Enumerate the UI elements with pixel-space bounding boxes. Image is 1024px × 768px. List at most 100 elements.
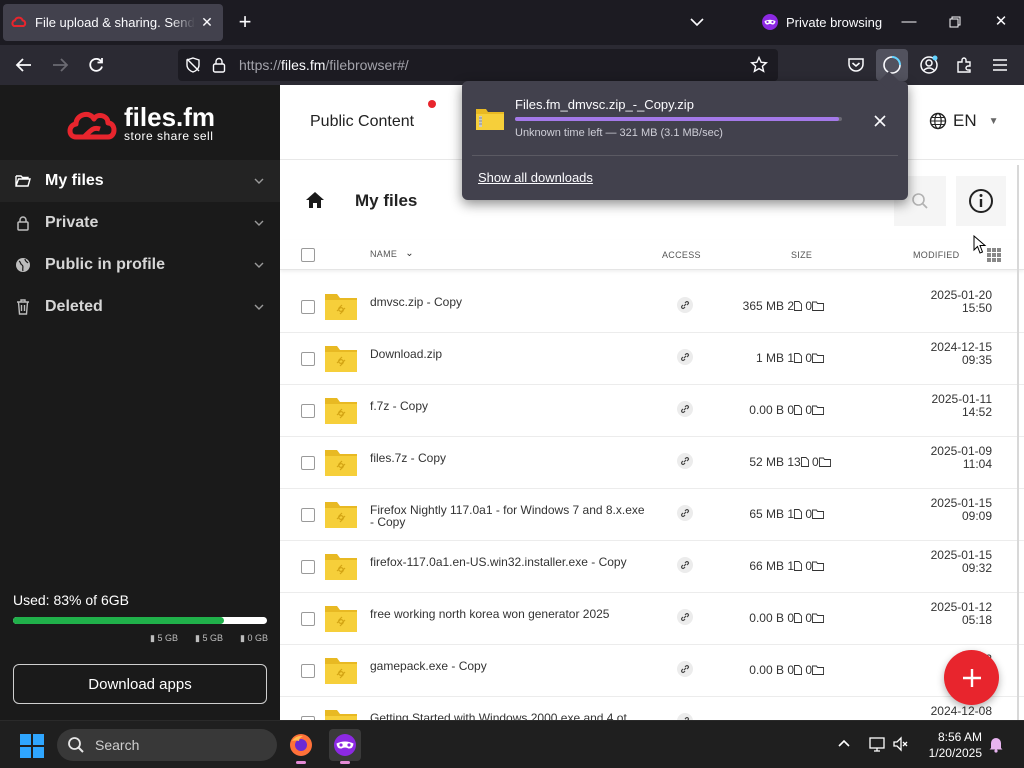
column-header-access[interactable]: ACCESS [662,250,701,260]
hamburger-menu-icon[interactable] [988,53,1012,77]
folder-icon[interactable] [324,447,358,477]
row-checkbox[interactable] [301,456,315,470]
volume-muted-icon[interactable] [892,735,910,753]
folder-icon[interactable] [324,551,358,581]
taskbar-search[interactable]: Search [57,729,277,761]
column-header-modified[interactable]: MODIFIED [913,250,959,260]
file-name[interactable]: firefox-117.0a1.en-US.win32.installer.ex… [370,556,646,568]
link-icon[interactable] [677,609,693,625]
folder-icon[interactable] [324,499,358,529]
files-fm-logo[interactable]: files.fm store share sell [66,104,215,143]
public-content-link[interactable]: Public Content [310,113,414,131]
zip-file-icon [476,109,504,130]
file-name[interactable]: Download.zip [370,348,646,360]
back-arrow-icon[interactable] [12,53,36,77]
row-checkbox[interactable] [301,560,315,574]
column-header-size[interactable]: SIZE [791,250,812,260]
chevron-down-icon[interactable] [254,261,264,269]
add-button[interactable] [944,650,999,705]
file-name[interactable]: files.7z - Copy [370,452,646,464]
chevron-down-icon[interactable] [254,177,264,185]
folder-icon[interactable] [324,707,358,720]
file-name[interactable]: free working north korea won generator 2… [370,608,646,620]
sidebar-item-private[interactable]: Private [0,202,280,244]
list-all-tabs-icon[interactable] [686,11,708,33]
firefox-private-taskbar-icon[interactable] [329,729,361,764]
table-row[interactable]: dmvsc.zip - Copy 365 MB 2 0 2025-01-20 15:5… [280,281,1024,333]
row-checkbox[interactable] [301,612,315,626]
link-icon[interactable] [677,661,693,677]
table-row[interactable]: Getting Started with Windows 2000.exe an… [280,697,1024,720]
folder-icon[interactable] [324,343,358,373]
file-name[interactable]: f.7z - Copy [370,400,646,412]
link-icon[interactable] [677,297,693,313]
search-icon [68,737,84,753]
row-checkbox[interactable] [301,352,315,366]
link-icon[interactable] [677,505,693,521]
minimize-icon[interactable]: — [894,8,924,36]
row-checkbox[interactable] [301,664,315,678]
table-row[interactable]: f.7z - Copy 0.00 B 0 0 2025-01-11 14:52 [280,385,1024,437]
windows-start-icon[interactable] [20,734,44,758]
plus-icon [962,668,981,687]
file-name[interactable]: Firefox Nightly 117.0a1 - for Windows 7 … [370,504,646,528]
chevron-down-icon[interactable] [254,303,264,311]
folder-icon[interactable] [324,395,358,425]
download-filename[interactable]: Files.fm_dmvsc.zip_-_Copy.zip [515,97,694,112]
extensions-icon[interactable] [952,53,976,77]
grid-view-icon[interactable] [987,248,1001,262]
link-icon[interactable] [677,401,693,417]
info-button[interactable] [956,176,1006,226]
show-all-downloads-link[interactable]: Show all downloads [478,170,593,185]
select-all-checkbox[interactable] [301,248,315,262]
network-icon[interactable] [868,735,886,753]
cancel-download-icon[interactable] [870,111,890,131]
table-row[interactable]: files.7z - Copy 52 MB 13 0 2025-01-09 11:04 [280,437,1024,489]
firefox-taskbar-icon[interactable] [285,729,317,764]
file-name[interactable]: dmvsc.zip - Copy [370,296,646,308]
link-icon[interactable] [677,453,693,469]
scrollbar[interactable] [1017,165,1019,720]
bookmark-star-icon[interactable] [750,56,768,74]
column-header-name[interactable]: NAME ⌄ [370,248,414,259]
forward-arrow-icon[interactable] [48,53,72,77]
chevron-down-icon[interactable] [254,219,264,227]
tracking-protection-icon[interactable] [185,57,201,73]
language-selector[interactable]: EN ▼ [929,111,999,131]
sidebar-item-deleted[interactable]: Deleted [0,286,280,328]
table-row[interactable]: Firefox Nightly 117.0a1 - for Windows 7 … [280,489,1024,541]
folder-icon[interactable] [324,291,358,321]
table-row[interactable]: gamepack.exe - Copy0.00 B 0 0202 [280,645,1024,697]
pocket-icon[interactable] [844,53,868,77]
system-clock[interactable]: 8:56 AM 1/20/2025 [920,729,982,761]
table-row[interactable]: firefox-117.0a1.en-US.win32.installer.ex… [280,541,1024,593]
restore-icon[interactable] [940,8,970,36]
account-icon[interactable] [917,53,941,77]
file-name[interactable]: gamepack.exe - Copy [370,660,646,672]
browser-tab[interactable]: File upload & sharing. Send large files … [3,4,223,41]
close-window-icon[interactable]: ✕ [986,8,1016,36]
file-name[interactable]: Getting Started with Windows 2000.exe an… [370,712,646,720]
sidebar-item-public-in-profile[interactable]: Public in profile [0,244,280,286]
notification-bell-icon[interactable] [987,735,1005,753]
tab-close-icon[interactable]: ✕ [199,14,215,31]
folder-icon[interactable] [324,603,358,633]
reload-icon[interactable] [84,53,108,77]
link-icon[interactable] [677,713,693,720]
folder-icon[interactable] [324,655,358,685]
chevron-up-icon[interactable] [836,736,852,752]
row-checkbox[interactable] [301,404,315,418]
table-row[interactable]: Download.zip 1 MB 1 0 2024-12-15 09:35 [280,333,1024,385]
download-apps-button[interactable]: Download apps [13,664,267,704]
row-checkbox[interactable] [301,300,315,314]
row-checkbox[interactable] [301,508,315,522]
home-icon[interactable] [304,189,326,211]
lock-icon[interactable] [212,57,226,73]
sidebar-item-my-files[interactable]: My files [0,160,280,202]
new-tab-icon[interactable]: + [233,10,257,34]
link-icon[interactable] [677,349,693,365]
address-bar[interactable]: https://files.fm/filebrowser#/ [178,49,778,81]
table-row[interactable]: free working north korea won generator 2… [280,593,1024,645]
link-icon[interactable] [677,557,693,573]
url-text[interactable]: https://files.fm/filebrowser#/ [239,57,409,73]
